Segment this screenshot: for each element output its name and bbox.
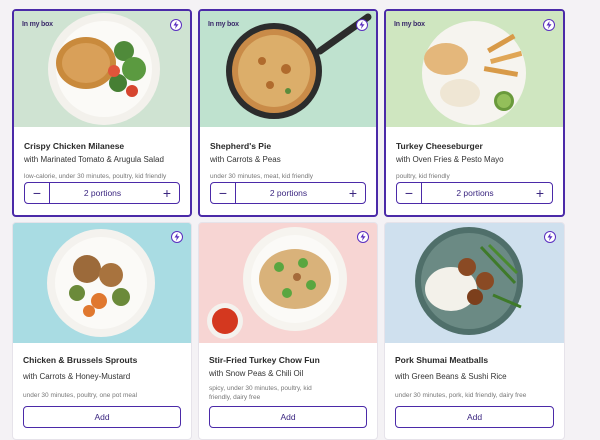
quick-meal-icon [544,231,556,243]
meal-tags: under 30 minutes, pork, kid friendly, da… [395,392,527,399]
meal-photo[interactable] [13,223,191,343]
meal-photo[interactable] [199,223,377,343]
meal-card-pork-shumai-meatballs[interactable]: Pork Shumai Meatballs with Green Beans &… [384,222,565,440]
meal-tags: under 30 minutes, meat, kid friendly [210,173,313,180]
quick-meal-icon [170,19,182,31]
meal-title[interactable]: Crispy Chicken Milanese [24,141,180,151]
quick-meal-icon [543,19,555,31]
meal-title[interactable]: Chicken & Brussels Sprouts [23,355,181,365]
meal-subtitle: with Marinated Tomato & Arugula Salad [24,155,164,164]
meal-tags: spicy, under 30 minutes, poultry, kid fr… [209,385,312,401]
meal-photo[interactable] [200,11,376,127]
meal-photo-illustration [199,223,377,343]
add-meal-button[interactable]: Add [23,406,181,428]
portion-stepper: − 2 portions + [24,182,180,204]
meal-tags: poultry, kid friendly [396,173,450,180]
increase-portions-button[interactable]: + [528,183,552,203]
portion-count: 2 portions [83,188,122,198]
meal-photo-illustration [13,223,191,343]
in-my-box-badge: In my box [22,21,53,28]
meal-photo[interactable] [14,11,190,127]
meal-tags: low-calorie, under 30 minutes, poultry, … [24,173,167,180]
meal-subtitle: with Snow Peas & Chili Oil [209,369,304,378]
portion-count: 2 portions [456,188,494,198]
add-meal-button[interactable]: Add [209,406,367,428]
meal-tags: under 30 minutes, poultry, one pot meal [23,392,138,399]
meal-subtitle: with Green Beans & Sushi Rice [395,372,507,381]
increase-portions-button[interactable]: + [155,183,179,203]
quick-meal-icon [356,19,368,31]
meal-photo-illustration [386,11,563,127]
quick-meal-icon [171,231,183,243]
meal-subtitle: with Oven Fries & Pesto Mayo [396,155,504,164]
meal-card-crispy-chicken-milanese[interactable]: In my box Crispy Chicken Milanese with M… [12,9,192,217]
in-my-box-badge: In my box [208,21,239,28]
meal-card-chicken-brussels-sprouts[interactable]: Chicken & Brussels Sprouts with Carrots … [12,222,192,440]
decrease-portions-button[interactable]: − [25,183,50,203]
meal-card-stir-fried-turkey-chow-fun[interactable]: Stir-Fried Turkey Chow Fun with Snow Pea… [198,222,378,440]
meal-title[interactable]: Pork Shumai Meatballs [395,355,554,365]
meal-title[interactable]: Stir-Fried Turkey Chow Fun [209,355,367,365]
meal-photo-illustration [385,223,564,343]
portion-count: 2 portions [269,188,308,198]
in-my-box-badge: In my box [394,21,425,28]
add-meal-button[interactable]: Add [395,406,554,428]
meal-photo-illustration [200,11,376,127]
meal-card-shepherds-pie[interactable]: In my box Shepherd's Pie with Carrots & … [198,9,378,217]
meal-subtitle: with Carrots & Honey-Mustard [23,372,131,381]
increase-portions-button[interactable]: + [341,183,365,203]
portion-stepper: − 2 portions + [210,182,366,204]
quick-meal-icon [357,231,369,243]
meal-photo[interactable] [385,223,564,343]
meal-photo-illustration [14,11,190,127]
meal-photo[interactable] [386,11,563,127]
decrease-portions-button[interactable]: − [397,183,422,203]
decrease-portions-button[interactable]: − [211,183,236,203]
meal-title[interactable]: Turkey Cheeseburger [396,141,553,151]
meal-title[interactable]: Shepherd's Pie [210,141,366,151]
meal-card-turkey-cheeseburger[interactable]: In my box Turkey Cheeseburger with Oven … [384,9,565,217]
meal-subtitle: with Carrots & Peas [210,155,281,164]
portion-stepper: − 2 portions + [396,182,553,204]
